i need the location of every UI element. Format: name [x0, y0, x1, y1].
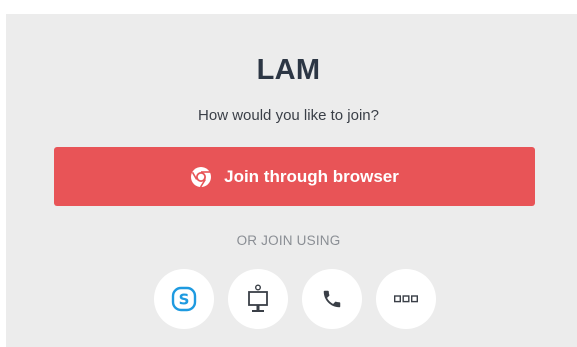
join-phone-button[interactable]	[302, 269, 362, 329]
more-options-icon	[394, 295, 418, 303]
svg-text:S: S	[179, 291, 190, 309]
join-skype-button[interactable]: S	[154, 269, 214, 329]
room-system-icon	[245, 284, 271, 314]
skype-icon: S	[171, 286, 197, 312]
join-room-system-button[interactable]	[228, 269, 288, 329]
more-join-options-button[interactable]	[376, 269, 436, 329]
join-through-browser-button[interactable]: Join through browser	[54, 147, 535, 206]
meeting-title: LAM	[256, 54, 321, 86]
join-prompt: How would you like to join?	[198, 107, 379, 124]
join-through-browser-label: Join through browser	[224, 166, 399, 186]
phone-icon	[321, 288, 343, 310]
chrome-icon	[190, 166, 212, 188]
or-join-using-label: OR JOIN USING	[236, 233, 341, 248]
